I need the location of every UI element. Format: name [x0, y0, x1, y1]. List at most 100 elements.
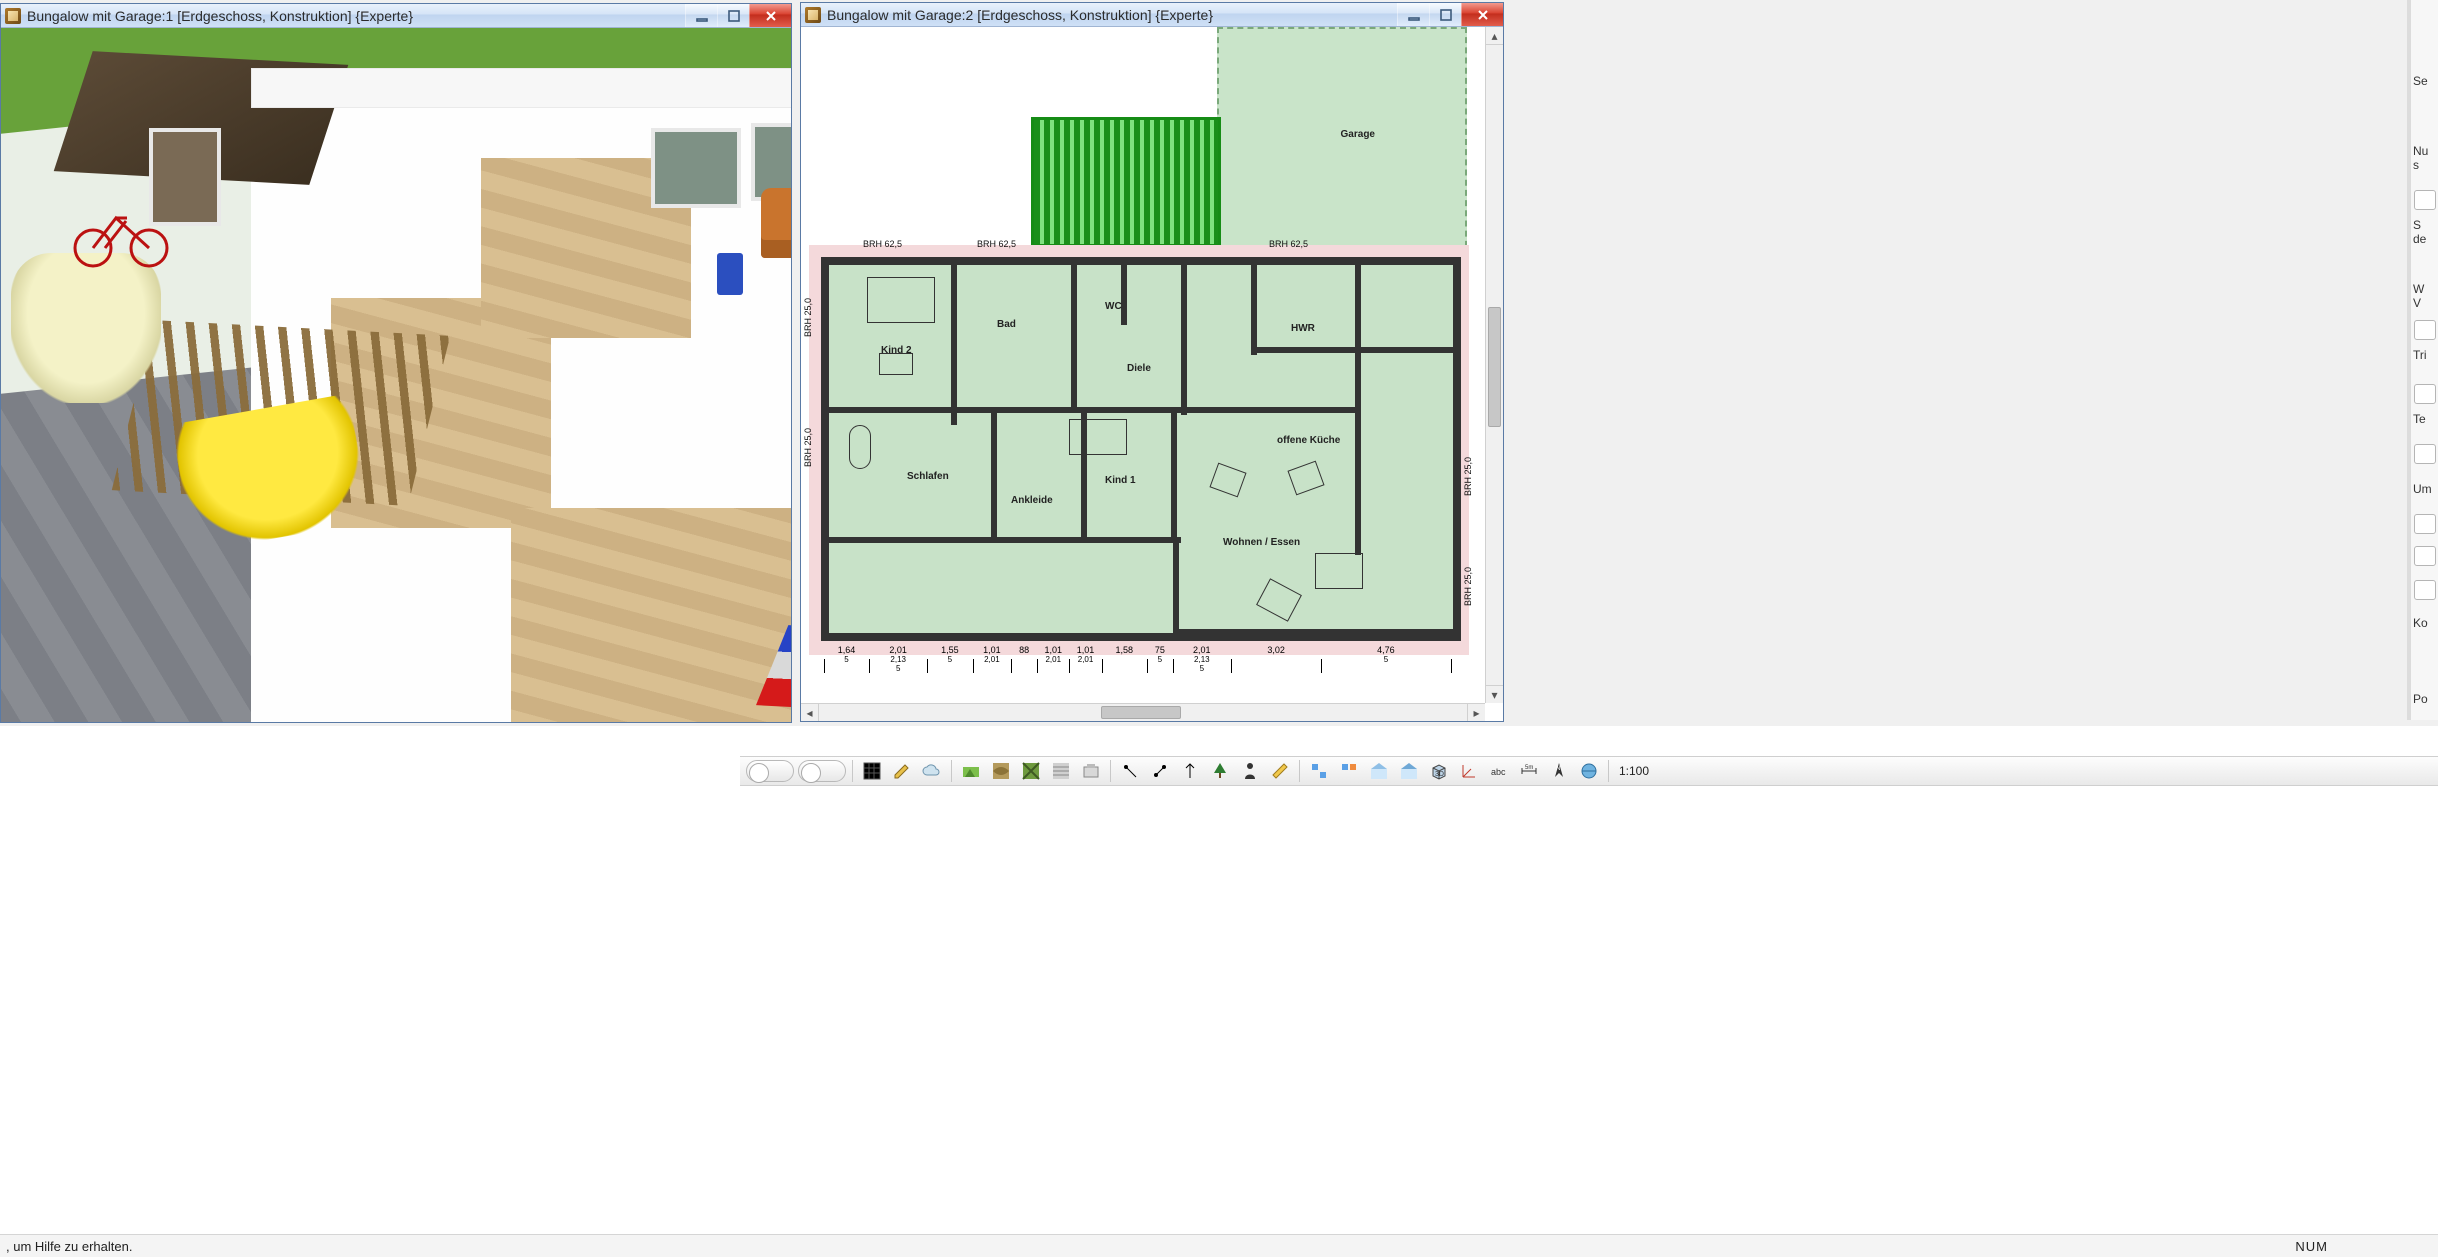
tree-icon[interactable]: [1207, 759, 1233, 783]
panel-stub[interactable]: S de: [2411, 214, 2438, 250]
panel-tool-button[interactable]: [2414, 546, 2436, 566]
window-2d-body: Garage BRH 62,5 BRH 62,5 BRH 62,5 BRH 25…: [801, 27, 1503, 721]
close-button[interactable]: [1461, 3, 1503, 26]
dimension-segment: 88: [1011, 645, 1037, 655]
panel-stub[interactable]: W V: [2411, 278, 2438, 314]
person-icon[interactable]: [1237, 759, 1263, 783]
panel-tool-button[interactable]: [2414, 384, 2436, 404]
scroll-down-icon[interactable]: ▾: [1486, 685, 1503, 703]
panel-tool-button[interactable]: [2414, 580, 2436, 600]
room-label-garage: Garage: [1341, 129, 1375, 140]
toggle-a[interactable]: [746, 760, 794, 782]
status-bar: , um Hilfe zu erhalten. NUM: [0, 1234, 2438, 1257]
room-label-kind1: Kind 1: [1105, 475, 1136, 486]
north-arrow-icon[interactable]: N: [1546, 759, 1572, 783]
horizontal-scrollbar[interactable]: ◂ ▸: [801, 703, 1485, 721]
scroll-thumb[interactable]: [1488, 307, 1501, 427]
print-3d-icon[interactable]: [1078, 759, 1104, 783]
axis-icon[interactable]: [1456, 759, 1482, 783]
snap-endpoint-icon[interactable]: [1147, 759, 1173, 783]
label-abc-icon[interactable]: abc: [1486, 759, 1512, 783]
toggle-b[interactable]: [798, 760, 846, 782]
garage-slab: [1217, 27, 1467, 257]
floor-wood: [511, 508, 791, 722]
terrain-b-icon[interactable]: [1018, 759, 1044, 783]
car-cream: [11, 253, 161, 403]
panel-tool-button[interactable]: [2414, 514, 2436, 534]
scroll-up-icon[interactable]: ▴: [1486, 27, 1503, 45]
dimension-segment: 1,012,01: [1069, 645, 1101, 664]
wall: [251, 68, 791, 108]
brh-label: BRH 62,5: [863, 239, 902, 249]
vertical-scrollbar[interactable]: ▴ ▾: [1485, 27, 1503, 703]
close-button[interactable]: [749, 4, 791, 27]
grid-icon[interactable]: [859, 759, 885, 783]
furniture: [849, 425, 871, 469]
scale-readout[interactable]: 1:100: [1619, 764, 1649, 778]
furniture: [879, 353, 913, 375]
plan-canvas[interactable]: Garage BRH 62,5 BRH 62,5 BRH 62,5 BRH 25…: [801, 27, 1485, 703]
window-3d-controls: [685, 4, 791, 27]
separator: [852, 760, 853, 782]
panel-stub[interactable]: Um: [2411, 478, 2438, 500]
dimension-segment: 1,012,01: [1037, 645, 1069, 664]
landscape-icon[interactable]: [958, 759, 984, 783]
minimize-button[interactable]: [1397, 3, 1429, 26]
separator: [1299, 760, 1300, 782]
scroll-left-icon[interactable]: ◂: [801, 704, 819, 721]
window: [651, 128, 741, 208]
helper-a-icon[interactable]: [1306, 759, 1332, 783]
view-3d-b-icon[interactable]: [1396, 759, 1422, 783]
room-label-kueche: offene Küche: [1277, 435, 1340, 446]
scroll-right-icon[interactable]: ▸: [1467, 704, 1485, 721]
panel-tool-button[interactable]: [2414, 320, 2436, 340]
brh-label: BRH 25,0: [803, 428, 813, 467]
dimension-segment: 1,555: [927, 645, 972, 664]
window-3d-titlebar[interactable]: Bungalow mit Garage:1 [Erdgeschoss, Kons…: [1, 4, 791, 28]
minimize-button[interactable]: [685, 4, 717, 27]
brh-label: BRH 25,0: [803, 298, 813, 337]
panel-stub[interactable]: Ko: [2411, 612, 2438, 634]
panel-tool-button[interactable]: [2414, 190, 2436, 210]
brh-label: BRH 62,5: [977, 239, 1016, 249]
brh-label: BRH 25,0: [1463, 567, 1473, 606]
view-3d-a-icon[interactable]: [1366, 759, 1392, 783]
scene-3d[interactable]: [1, 28, 791, 722]
bicycle: [71, 198, 171, 268]
chair: [717, 253, 743, 295]
panel-stub[interactable]: Po: [2411, 688, 2438, 710]
globe-icon[interactable]: [1576, 759, 1602, 783]
terrain-stripes-icon[interactable]: [1048, 759, 1074, 783]
panel-tool-button[interactable]: [2414, 444, 2436, 464]
maximize-button[interactable]: [717, 4, 749, 27]
dimension-segment: 2,012,135: [1173, 645, 1231, 673]
svg-text:N: N: [1556, 766, 1560, 772]
snap-point-icon[interactable]: [1117, 759, 1143, 783]
scroll-thumb[interactable]: [1101, 706, 1181, 719]
plan-viewport[interactable]: Garage BRH 62,5 BRH 62,5 BRH 62,5 BRH 25…: [801, 27, 1503, 721]
pencil-icon[interactable]: [889, 759, 915, 783]
right-side-panel[interactable]: Se Nu s S de W V Tri Te Um Ko Po: [2410, 0, 2438, 720]
app-icon: [5, 8, 21, 24]
furniture: [1287, 461, 1324, 496]
maximize-button[interactable]: [1429, 3, 1461, 26]
panel-stub[interactable]: Se: [2411, 70, 2438, 92]
terrain-a-icon[interactable]: [988, 759, 1014, 783]
separator: [1608, 760, 1609, 782]
panel-stub[interactable]: Nu s: [2411, 140, 2438, 176]
app-icon: [805, 7, 821, 23]
helper-b-icon[interactable]: [1336, 759, 1362, 783]
cloud-icon[interactable]: [919, 759, 945, 783]
dimension-icon[interactable]: 5m: [1516, 759, 1542, 783]
cube-3d-icon[interactable]: 3D: [1426, 759, 1452, 783]
furniture: [1256, 578, 1302, 621]
panel-stub[interactable]: Tri: [2411, 344, 2438, 366]
measure-icon[interactable]: [1267, 759, 1293, 783]
separator: [1110, 760, 1111, 782]
window-2d-titlebar[interactable]: Bungalow mit Garage:2 [Erdgeschoss, Kons…: [801, 3, 1503, 27]
furniture: [1209, 463, 1246, 498]
window-3d-body[interactable]: [1, 28, 791, 722]
window-3d-title: Bungalow mit Garage:1 [Erdgeschoss, Kons…: [27, 8, 413, 24]
snap-mid-icon[interactable]: [1177, 759, 1203, 783]
panel-stub[interactable]: Te: [2411, 408, 2438, 430]
